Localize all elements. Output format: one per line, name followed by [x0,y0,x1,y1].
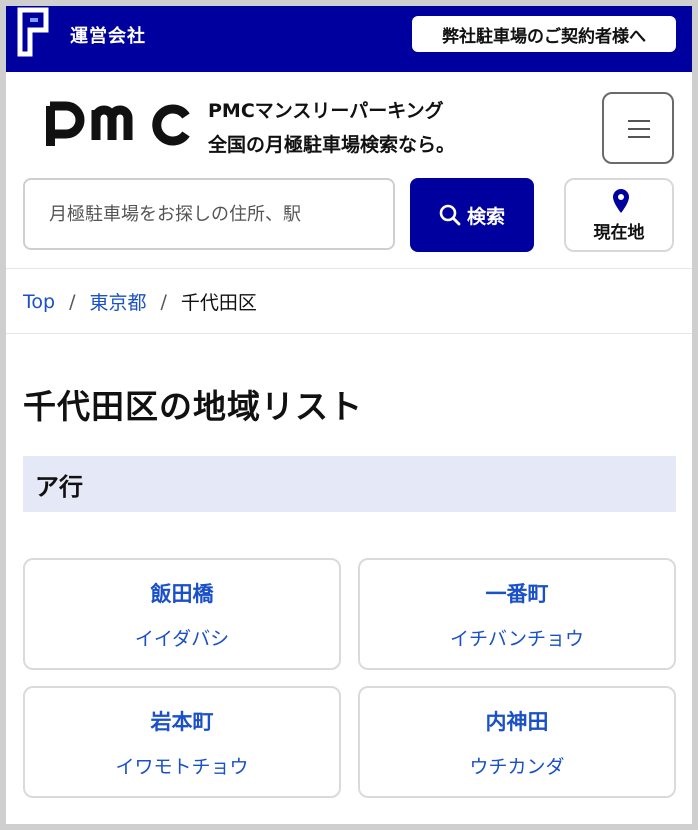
breadcrumb-tokyo[interactable]: 東京都 [89,288,146,315]
contractor-button[interactable]: 弊社駐車場のご契約者様へ [412,16,676,52]
area-kana: ウチカンダ [469,756,565,778]
breadcrumb-current: 千代田区 [180,292,257,314]
page-frame: 運営会社 弊社駐車場のご契約者様へ PMCマンスリーパーキング 全国の月極駐車場… [0,0,698,830]
brand-subtitle: 全国の月極駐車場検索なら。 [208,134,456,156]
area-card-iidabashi[interactable]: 飯田橋 イイダバシ [23,558,341,670]
p-logo-icon[interactable] [16,6,50,58]
top-bar: 運営会社 弊社駐車場のご契約者様へ [6,6,692,72]
area-card-iwamotocho[interactable]: 岩本町 イワモトチョウ [23,686,341,798]
area-kana: イワモトチョウ [115,756,249,778]
breadcrumb-top[interactable]: Top [23,291,55,313]
menu-button[interactable] [602,92,674,164]
current-location-button[interactable]: 現在地 [564,178,674,252]
divider [6,268,692,269]
area-name: 一番町 [485,582,549,606]
area-name: 内神田 [485,710,549,734]
map-pin-icon [613,189,629,213]
area-kana: イイダバシ [134,628,230,650]
brand-title: PMCマンスリーパーキング [208,100,444,122]
divider [6,333,692,334]
page-title: 千代田区の地域リスト [23,387,363,426]
search-button-label: 検索 [466,205,505,228]
area-card-ichibancho[interactable]: 一番町 イチバンチョウ [358,558,676,670]
pmc-logo[interactable] [44,100,194,148]
section-heading-a-row: ア行 [23,456,676,512]
area-card-uchikanda[interactable]: 内神田 ウチカンダ [358,686,676,798]
area-name: 飯田橋 [150,582,214,606]
search-button[interactable]: 検索 [410,178,534,252]
search-icon [439,204,461,226]
area-name: 岩本町 [150,710,214,734]
breadcrumb-separator: / [160,290,167,313]
search-input[interactable] [23,178,395,250]
area-kana: イチバンチョウ [450,628,584,650]
company-link[interactable]: 運営会社 [70,22,146,48]
current-location-label: 現在地 [593,223,645,243]
site-header: PMCマンスリーパーキング 全国の月極駐車場検索なら。 [6,72,692,172]
breadcrumb-separator: / [69,290,76,313]
breadcrumb: Top / 東京都 / 千代田区 [23,288,257,315]
